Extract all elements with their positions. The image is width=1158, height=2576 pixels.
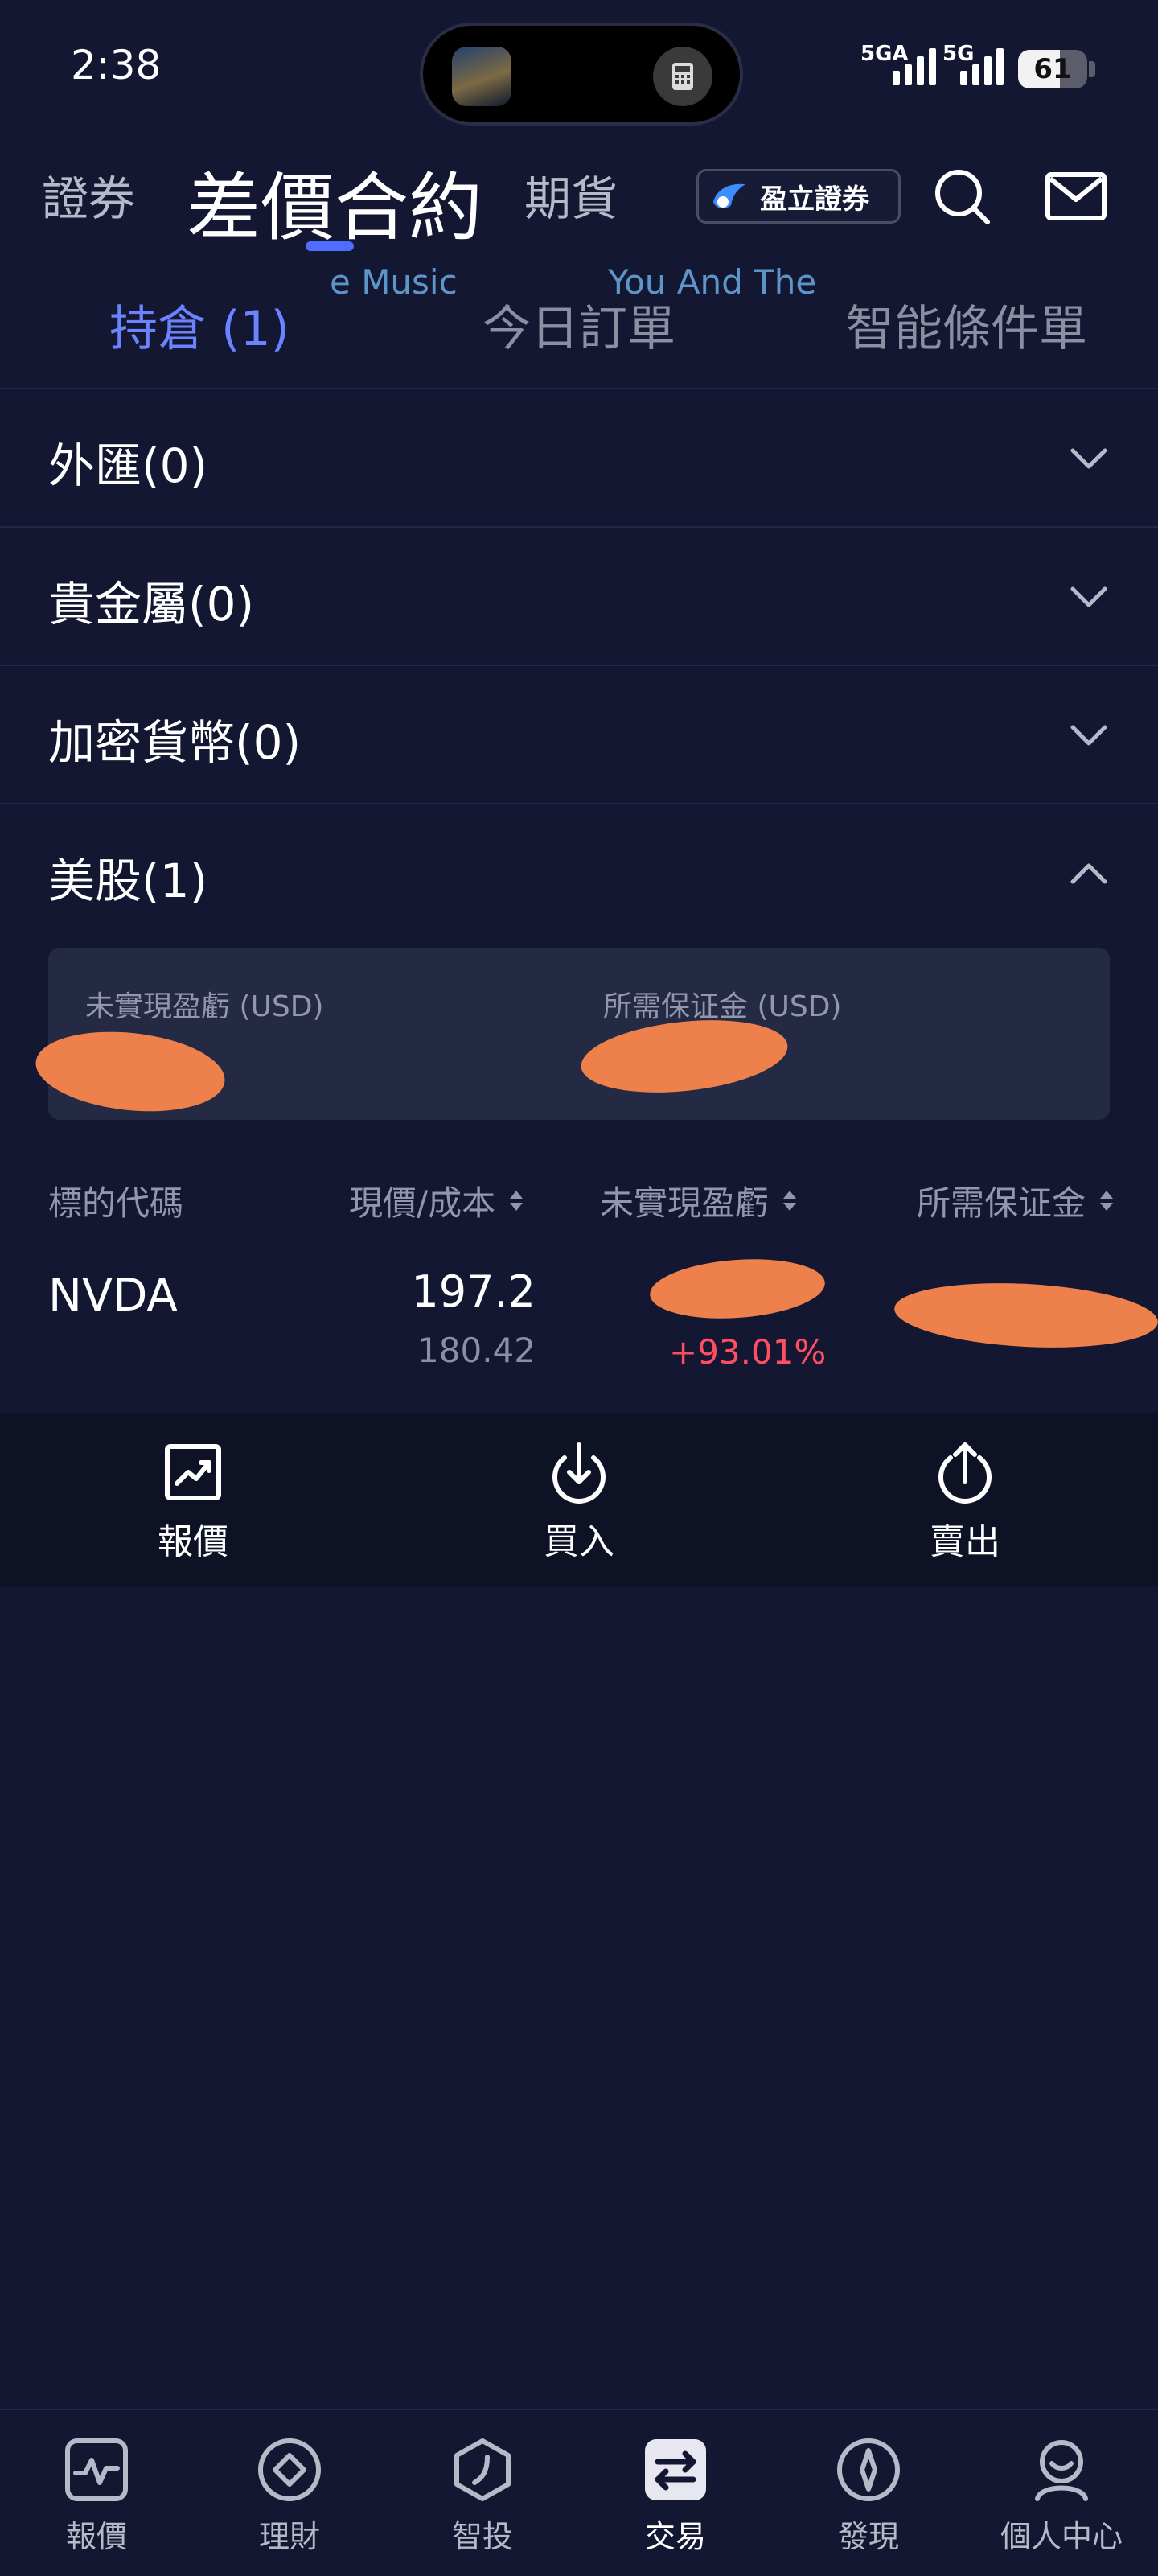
- broker-logo-icon: [713, 183, 745, 209]
- signal-sim2: 5G: [942, 42, 1004, 85]
- column-header-label: 標的代碼: [48, 1183, 184, 1223]
- chevron-down-icon: [1070, 448, 1107, 469]
- battery-percent: 61: [1033, 53, 1072, 85]
- chart-icon: [165, 1444, 221, 1500]
- broker-switch-button[interactable]: 盈立證券: [696, 169, 901, 224]
- tab-futures[interactable]: 期貨: [524, 161, 618, 228]
- tab-smart-orders[interactable]: 智能條件單: [846, 290, 1087, 360]
- upload-arrow-icon: [938, 1442, 992, 1504]
- person-icon: [1035, 2440, 1088, 2501]
- column-header-price-cost[interactable]: 現價/成本: [349, 1176, 524, 1225]
- column-header-required-margin[interactable]: 所需保证金: [917, 1176, 1114, 1225]
- tab-label: 交易: [644, 2519, 706, 2554]
- buy-action-button[interactable]: 買入: [458, 1413, 700, 1586]
- active-tab-indicator: [306, 241, 354, 251]
- compass-icon: [837, 2438, 900, 2501]
- status-time: 2:38: [71, 42, 162, 88]
- action-label: 買入: [544, 1521, 614, 1562]
- dynamic-island[interactable]: [420, 23, 743, 126]
- tab-securities[interactable]: 證券: [42, 161, 135, 228]
- tab-cfd[interactable]: 差價合約: [187, 148, 482, 255]
- sort-icon: [783, 1191, 797, 1211]
- swap-icon: [645, 2439, 706, 2500]
- action-label: 賣出: [930, 1521, 1000, 1562]
- diamond-icon: [258, 2438, 321, 2501]
- quote-action-button[interactable]: 報價: [72, 1413, 314, 1586]
- section-label: 貴金屬(0): [48, 577, 255, 632]
- search-icon[interactable]: [930, 164, 994, 228]
- bottom-tab-bar: 報價 理財 智投 交易 發現 個人中心: [0, 2409, 1158, 2576]
- section-forex[interactable]: 外匯(0): [0, 389, 1158, 528]
- bottom-tab-wealth[interactable]: 理財: [193, 2410, 386, 2576]
- section-us-stocks[interactable]: 美股(1): [0, 804, 1158, 943]
- position-symbol: NVDA: [48, 1269, 178, 1322]
- bottom-tab-quotes[interactable]: 報價: [0, 2410, 193, 2576]
- tab-label: 報價: [65, 2519, 127, 2554]
- section-label: 外匯(0): [48, 438, 208, 493]
- unrealized-pnl-label: 未實現盈虧 (USD): [85, 990, 324, 1023]
- media-thumbnail[interactable]: [452, 47, 511, 106]
- tab-label: 個人中心: [1000, 2519, 1123, 2554]
- tab-label: 智投: [451, 2519, 513, 2554]
- sort-icon: [510, 1191, 524, 1211]
- hexagon-icon: [454, 2438, 511, 2501]
- tab-positions[interactable]: 持倉 (1): [109, 290, 290, 360]
- chevron-down-icon: [1070, 586, 1107, 607]
- column-header-label: 未實現盈虧: [600, 1183, 770, 1223]
- battery-cap: [1089, 61, 1095, 77]
- column-header-symbol: 標的代碼: [48, 1176, 183, 1225]
- section-label: 加密貨幣(0): [48, 715, 302, 770]
- sort-icon: [1100, 1191, 1114, 1211]
- bottom-tab-discover[interactable]: 發現: [772, 2410, 965, 2576]
- column-header-unrealized-pnl[interactable]: 未實現盈虧: [600, 1176, 797, 1225]
- signal-bars-icon: [893, 48, 936, 85]
- section-label: 美股(1): [48, 854, 208, 908]
- section-crypto[interactable]: 加密貨幣(0): [0, 666, 1158, 804]
- required-margin-label: 所需保证金 (USD): [603, 990, 842, 1023]
- download-arrow-icon: [552, 1442, 606, 1504]
- calculator-icon[interactable]: [653, 47, 712, 106]
- action-label: 報價: [158, 1521, 228, 1562]
- section-precious-metals[interactable]: 貴金屬(0): [0, 528, 1158, 666]
- pulse-icon: [65, 2438, 128, 2501]
- chevron-up-icon: [1070, 863, 1107, 884]
- column-header-label: 現價/成本: [349, 1183, 496, 1223]
- now-playing-ticker-left: e Music: [330, 262, 458, 302]
- bottom-tab-profile[interactable]: 個人中心: [965, 2410, 1158, 2576]
- mail-icon[interactable]: [1044, 164, 1108, 228]
- tab-label: 理財: [258, 2519, 320, 2554]
- tab-label: 發現: [837, 2519, 899, 2554]
- position-cost: 180.42: [417, 1331, 536, 1370]
- bottom-tab-robo-advisor[interactable]: 智投: [386, 2410, 579, 2576]
- signal-sim1: 5GA: [860, 42, 936, 85]
- signal-bars-icon: [960, 48, 1004, 85]
- sell-action-button[interactable]: 賣出: [844, 1413, 1086, 1586]
- broker-label: 盈立證券: [760, 183, 869, 216]
- chevron-down-icon: [1070, 725, 1107, 746]
- battery-icon: 61: [1018, 50, 1087, 88]
- position-current-price: 197.2: [411, 1266, 536, 1317]
- bottom-tab-trade[interactable]: 交易: [579, 2410, 772, 2576]
- position-pnl-percent: +93.01%: [669, 1332, 827, 1372]
- tab-today-orders[interactable]: 今日訂單: [482, 290, 676, 360]
- column-header-label: 所需保证金: [917, 1183, 1086, 1223]
- position-action-bar: 報價 買入 賣出: [0, 1413, 1158, 1586]
